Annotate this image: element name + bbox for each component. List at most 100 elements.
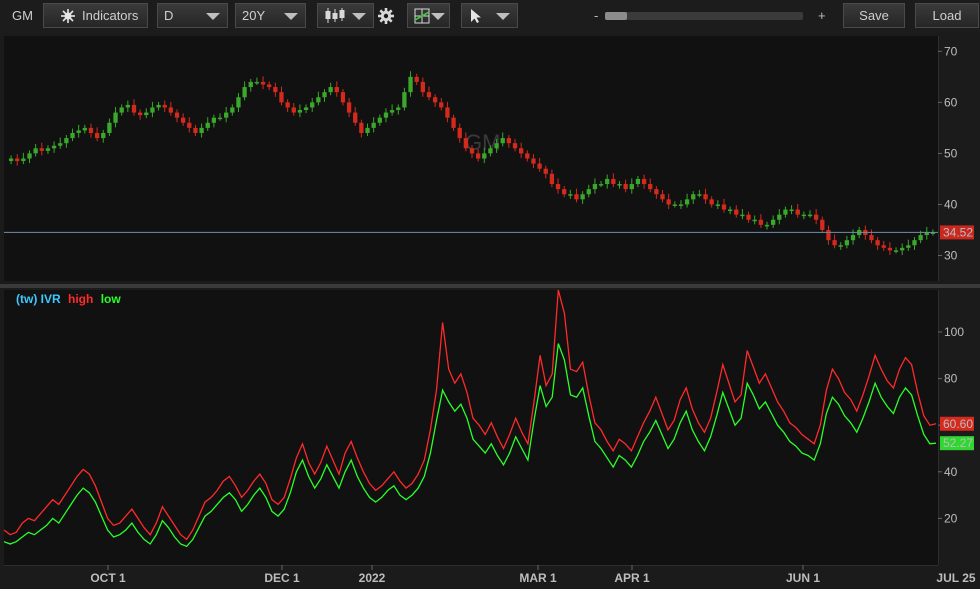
zoom-out-button[interactable]: - <box>594 8 598 23</box>
load-button-label: Load <box>932 8 962 23</box>
candle-body <box>770 219 776 225</box>
candle-body <box>174 112 180 118</box>
candle-body <box>494 143 499 149</box>
candle-body <box>537 163 542 169</box>
candle-body <box>8 158 14 162</box>
low-last-value: 52.27 <box>943 436 973 450</box>
candle-body <box>605 178 610 185</box>
cursor-arrow-icon <box>471 9 481 23</box>
ivr-panel[interactable] <box>4 290 938 565</box>
candle-body <box>396 107 401 111</box>
candle-body <box>346 102 352 113</box>
cursor-tool-select[interactable] <box>461 3 518 28</box>
load-button[interactable]: Load <box>915 3 979 28</box>
save-button[interactable]: Save <box>843 3 905 28</box>
candle-body <box>426 92 432 98</box>
candle-body <box>850 235 856 241</box>
candle-body <box>875 240 880 246</box>
candle-body <box>297 110 303 113</box>
indicators-button[interactable]: Indicators <box>43 3 148 28</box>
zoom-slider-track[interactable] <box>605 12 803 20</box>
price-panel[interactable] <box>4 36 938 281</box>
candle-body <box>703 194 708 200</box>
drawing-tools-select[interactable] <box>407 3 450 28</box>
candle-body <box>279 92 284 103</box>
candle-body <box>420 81 425 93</box>
price-axis-tick-label: 40 <box>944 197 958 211</box>
panel-splitter[interactable] <box>0 284 980 288</box>
candle-body <box>21 158 26 162</box>
candle-body <box>906 245 911 248</box>
ivr-axis-tick-label: 40 <box>944 465 958 479</box>
candle-body <box>150 107 155 113</box>
candle-body <box>752 219 757 222</box>
candle-body <box>475 153 481 159</box>
price-axis-tick-label: 60 <box>944 95 958 109</box>
candle-body <box>893 250 899 252</box>
candle-body <box>629 184 634 190</box>
candle-body <box>814 214 819 220</box>
candle-body <box>260 81 266 85</box>
candle-body <box>740 214 745 217</box>
candle-body <box>807 214 813 217</box>
candle-body <box>654 189 659 195</box>
price-axis-tick-label: 50 <box>944 146 958 160</box>
zoom-in-button[interactable]: + <box>818 8 826 23</box>
candle-body <box>727 209 733 212</box>
candle-body <box>623 184 628 190</box>
indicators-icon <box>61 9 75 23</box>
candle-body <box>838 245 843 247</box>
candle-body <box>709 199 714 205</box>
chevron-down-icon <box>284 13 298 20</box>
chart-area[interactable]: GM 3040506070 34.52 (tw) IVR high low 20… <box>0 33 980 589</box>
gear-icon[interactable] <box>377 7 395 25</box>
candle-body <box>611 178 616 185</box>
candle-body <box>844 240 850 246</box>
candle-body <box>482 153 487 159</box>
candle-body <box>697 194 702 196</box>
candle-body <box>451 117 456 128</box>
candle-body <box>660 194 665 200</box>
legend-ivr: (tw) IVR <box>16 292 61 306</box>
candle-body <box>715 204 720 206</box>
candle-body <box>678 204 684 206</box>
candle-body <box>617 184 622 186</box>
chart-style-select[interactable] <box>317 3 374 28</box>
candle-body <box>303 107 309 111</box>
zoom-slider-thumb[interactable] <box>605 12 627 20</box>
candle-body <box>230 107 235 113</box>
candle-body <box>777 214 782 220</box>
candle-body <box>408 76 413 93</box>
date-axis-tick-label: DEC 1 <box>264 571 300 585</box>
date-axis-tick-label: OCT 1 <box>90 571 126 585</box>
candle-body <box>580 194 585 200</box>
candle-body <box>881 245 886 248</box>
period-select[interactable]: D <box>157 3 228 28</box>
candlestick-icon <box>325 8 345 23</box>
date-axis-tick-label: MAR 1 <box>519 571 557 585</box>
candle-body <box>137 112 143 116</box>
candle-body <box>691 194 696 200</box>
candle-body <box>562 189 567 195</box>
ivr-axis-tick-label: 20 <box>944 511 958 525</box>
candle-body <box>672 204 677 206</box>
candle-body <box>414 76 419 82</box>
candle-body <box>267 84 272 88</box>
candle-body <box>119 107 124 113</box>
symbol-label[interactable]: GM <box>12 8 33 23</box>
ivr-legend: (tw) IVR high low <box>16 292 121 306</box>
candle-body <box>832 240 837 246</box>
date-axis-tick-label: 2022 <box>359 571 386 585</box>
chart-toolbar: GM Indicators D 20Y - + Save Load <box>0 0 980 34</box>
candle-body <box>236 97 241 108</box>
candle-body <box>107 122 112 133</box>
candle-body <box>70 132 75 139</box>
candle-body <box>574 194 579 200</box>
candle-body <box>131 104 137 113</box>
candle-body <box>598 184 604 186</box>
candle-body <box>445 107 450 118</box>
candle-body <box>328 87 333 93</box>
candle-body <box>242 87 247 98</box>
range-select[interactable]: 20Y <box>235 3 306 28</box>
chevron-down-icon <box>206 13 220 20</box>
